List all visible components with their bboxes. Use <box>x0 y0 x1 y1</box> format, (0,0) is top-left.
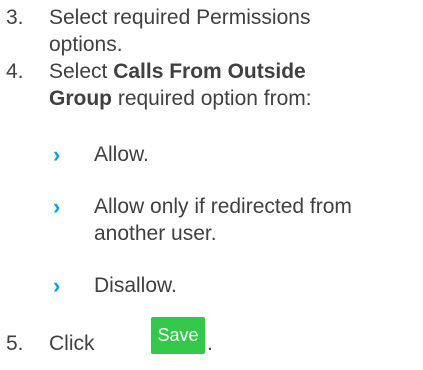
option-text: another user. <box>94 222 217 245</box>
option-text: Allow. <box>94 143 149 166</box>
chevron-right-icon: › <box>53 142 61 167</box>
step-text: . <box>207 332 213 355</box>
option-text: Allow only if redirected from <box>94 195 352 218</box>
step-text-rest: required option from: <box>112 87 312 110</box>
step-number: 3. <box>6 6 24 29</box>
step-text: Click <box>49 332 95 355</box>
step-text: Group required option from: <box>49 85 312 112</box>
step-text-pre: Select <box>49 60 114 83</box>
step-text: Select Calls From Outside <box>49 58 306 85</box>
step-number: 4. <box>6 60 24 83</box>
option-group-name: Calls From Outside <box>113 60 306 83</box>
save-button[interactable]: Save <box>151 317 205 354</box>
step-number: 5. <box>6 332 24 355</box>
step-text: options. <box>49 33 123 56</box>
chevron-right-icon: › <box>53 273 61 298</box>
step-text: Select required Permissions <box>49 6 311 29</box>
option-text: Disallow. <box>94 274 177 297</box>
chevron-right-icon: › <box>53 194 61 219</box>
option-group-name: Group <box>49 87 112 110</box>
